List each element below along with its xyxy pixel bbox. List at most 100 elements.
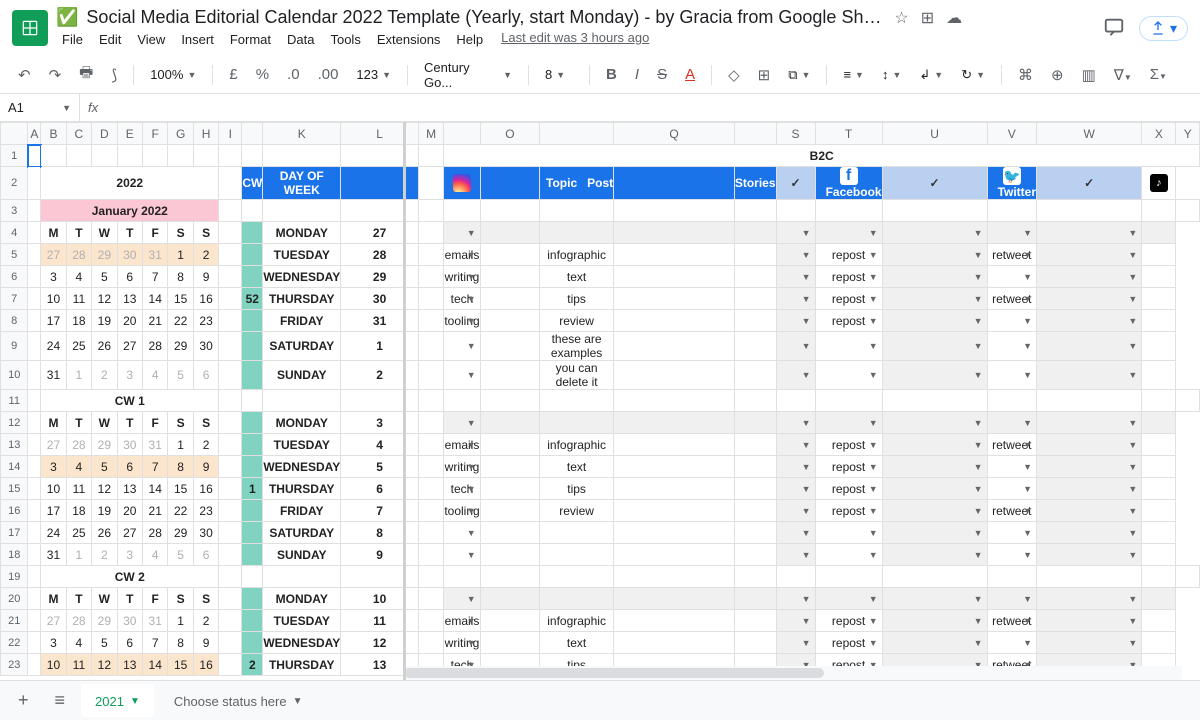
col-header-D[interactable]: D: [92, 123, 117, 145]
comment-button[interactable]: ⊕: [1045, 62, 1070, 88]
add-sheet-button[interactable]: +: [8, 684, 39, 717]
cell[interactable]: [418, 145, 443, 167]
cell[interactable]: [142, 145, 167, 167]
menu-tools[interactable]: Tools: [324, 30, 366, 49]
cell[interactable]: [1176, 390, 1200, 412]
sheets-app-icon[interactable]: [12, 10, 48, 46]
cell[interactable]: [815, 390, 882, 412]
decrease-decimal-button[interactable]: .0: [281, 62, 306, 87]
cell[interactable]: [219, 200, 242, 222]
cell[interactable]: [263, 566, 341, 588]
comments-icon[interactable]: [1103, 16, 1125, 41]
cell[interactable]: [480, 200, 539, 222]
paint-format-button[interactable]: ⟆: [105, 62, 123, 88]
col-header-H[interactable]: H: [193, 123, 218, 145]
cell[interactable]: [815, 566, 882, 588]
cell[interactable]: [1142, 390, 1176, 412]
cell[interactable]: [168, 145, 193, 167]
cell[interactable]: [1037, 390, 1142, 412]
bold-button[interactable]: B: [600, 62, 623, 87]
zoom-select[interactable]: 100%▼: [144, 65, 202, 84]
halign-button[interactable]: ≡▼: [837, 65, 870, 84]
link-button[interactable]: ⌘: [1012, 62, 1039, 88]
cell[interactable]: [263, 390, 341, 412]
cell[interactable]: [66, 145, 91, 167]
cell[interactable]: [418, 390, 443, 412]
col-header-W[interactable]: W: [1037, 123, 1142, 145]
col-header-A[interactable]: A: [28, 123, 41, 145]
number-format-select[interactable]: 123▼: [350, 65, 397, 84]
cell[interactable]: [540, 566, 614, 588]
doc-title[interactable]: Social Media Editorial Calendar 2022 Tem…: [86, 7, 886, 28]
cell[interactable]: [444, 200, 480, 222]
menu-format[interactable]: Format: [224, 30, 277, 49]
col-header-F[interactable]: F: [142, 123, 167, 145]
text-color-button[interactable]: A: [679, 62, 701, 87]
cell[interactable]: [776, 566, 815, 588]
col-header-N[interactable]: [444, 123, 480, 145]
cell[interactable]: [92, 145, 117, 167]
cell[interactable]: [242, 145, 263, 167]
menu-help[interactable]: Help: [450, 30, 489, 49]
print-button[interactable]: 🖶: [73, 58, 99, 91]
cell[interactable]: [1037, 566, 1142, 588]
cell[interactable]: [614, 390, 735, 412]
star-icon[interactable]: ☆: [894, 8, 908, 28]
menu-extensions[interactable]: Extensions: [371, 30, 447, 49]
menu-insert[interactable]: Insert: [175, 30, 220, 49]
cell[interactable]: [418, 200, 443, 222]
cell[interactable]: [734, 200, 776, 222]
cell[interactable]: [1142, 566, 1176, 588]
cell[interactable]: [341, 390, 419, 412]
cell[interactable]: [242, 566, 263, 588]
cell[interactable]: [193, 145, 218, 167]
col-header-K[interactable]: K: [263, 123, 341, 145]
cell[interactable]: [263, 200, 341, 222]
col-header-V[interactable]: V: [987, 123, 1036, 145]
col-header-P[interactable]: [540, 123, 614, 145]
cloud-icon[interactable]: ☁: [946, 8, 962, 28]
cell[interactable]: [1142, 200, 1176, 222]
col-header-Q[interactable]: Q: [614, 123, 735, 145]
cell[interactable]: [341, 566, 419, 588]
col-header-L[interactable]: L: [341, 123, 419, 145]
cell[interactable]: [263, 145, 341, 167]
currency-button[interactable]: £: [223, 62, 243, 87]
cell[interactable]: [776, 390, 815, 412]
cell[interactable]: [987, 200, 1036, 222]
cell[interactable]: [1176, 566, 1200, 588]
cell[interactable]: [987, 390, 1036, 412]
freeze-line[interactable]: [403, 122, 406, 680]
cell[interactable]: [480, 566, 539, 588]
all-sheets-button[interactable]: ≡: [45, 684, 76, 717]
move-icon[interactable]: ⊞: [921, 8, 934, 28]
rotate-button[interactable]: ↻▼: [955, 65, 991, 85]
cell[interactable]: [341, 145, 419, 167]
cell[interactable]: [1037, 200, 1142, 222]
cell[interactable]: [41, 145, 66, 167]
cell[interactable]: [418, 566, 443, 588]
chart-button[interactable]: ▥: [1076, 62, 1102, 88]
col-header-E[interactable]: E: [117, 123, 142, 145]
functions-button[interactable]: Σ▼: [1144, 62, 1173, 87]
col-header-J[interactable]: [242, 123, 263, 145]
fill-color-button[interactable]: ◇: [722, 62, 746, 88]
menu-edit[interactable]: Edit: [93, 30, 127, 49]
undo-button[interactable]: ↶: [12, 62, 37, 88]
cell[interactable]: [882, 200, 987, 222]
menu-view[interactable]: View: [131, 30, 171, 49]
col-header-C[interactable]: C: [66, 123, 91, 145]
valign-button[interactable]: ↕▼: [876, 65, 907, 84]
cell[interactable]: [480, 390, 539, 412]
col-header-T[interactable]: T: [815, 123, 882, 145]
formula-input[interactable]: [106, 100, 1200, 115]
cell-reference[interactable]: A1▼: [0, 94, 80, 121]
cell[interactable]: [776, 200, 815, 222]
share-button[interactable]: ▾: [1139, 16, 1188, 41]
cell[interactable]: [614, 200, 735, 222]
col-header-S[interactable]: S: [776, 123, 815, 145]
wrap-button[interactable]: ↲▼: [913, 65, 949, 85]
spreadsheet-grid[interactable]: ABCDEFGHIKLMOQSTUVWXY1B2C22022CWDAY OF W…: [0, 122, 1200, 676]
cell[interactable]: [987, 566, 1036, 588]
filter-button[interactable]: ∇▼: [1108, 62, 1138, 88]
